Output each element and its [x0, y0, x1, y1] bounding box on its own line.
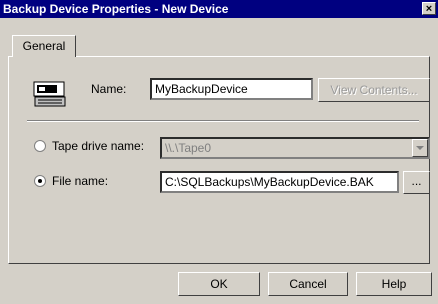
tape-drive-radio[interactable]: [34, 140, 46, 152]
separator: [27, 120, 419, 122]
tape-drive-label: Tape drive name:: [52, 139, 145, 153]
backup-device-icon: [33, 81, 66, 107]
chevron-down-icon: [416, 146, 424, 150]
help-button[interactable]: Help: [356, 272, 432, 296]
tape-drive-dropdown-button[interactable]: [412, 139, 428, 157]
file-name-input[interactable]: C:\SQLBackups\MyBackupDevice.BAK: [160, 171, 399, 193]
ok-button[interactable]: OK: [178, 272, 260, 296]
title-bar: Backup Device Properties - New Device ×: [0, 0, 438, 18]
browse-button[interactable]: ...: [403, 171, 430, 194]
tape-drive-select[interactable]: \\.\Tape0: [160, 137, 430, 159]
file-name-radio[interactable]: [34, 175, 46, 187]
tab-general[interactable]: General: [12, 35, 76, 57]
cancel-button[interactable]: Cancel: [268, 272, 348, 296]
file-name-label: File name:: [52, 174, 109, 188]
close-icon: ×: [425, 3, 433, 15]
name-label: Name:: [91, 82, 127, 96]
close-button[interactable]: ×: [422, 2, 436, 15]
view-contents-button[interactable]: View Contents...: [318, 78, 430, 102]
tab-general-label: General: [22, 39, 66, 53]
window-title: Backup Device Properties - New Device: [3, 2, 229, 16]
name-input[interactable]: MyBackupDevice: [150, 78, 313, 100]
radio-selected-dot: [38, 179, 42, 183]
